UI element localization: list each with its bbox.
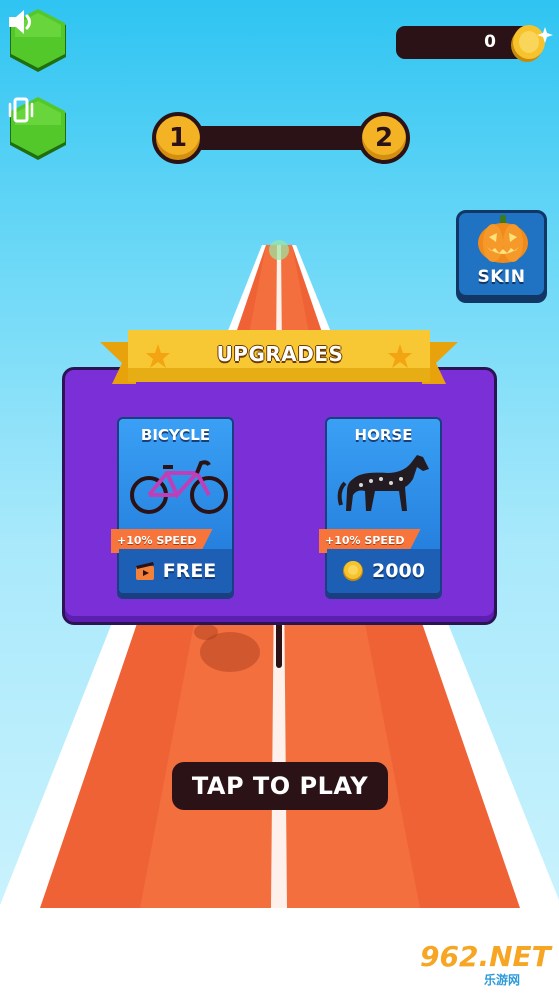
bicycle-icon [130, 460, 228, 514]
pumpkin-icon [478, 215, 528, 263]
upgrades-title: UPGRADES [216, 342, 344, 366]
card-price: 2000 [372, 560, 425, 582]
watermark-sub: 乐游网 [484, 973, 521, 987]
card-footer: 2000 [327, 549, 440, 593]
progress-bar [188, 126, 372, 150]
current-level-badge: 1 [152, 112, 204, 164]
coin-icon [343, 561, 364, 581]
video-ad-icon [135, 562, 154, 580]
upgrade-card-bicycle[interactable]: BICYCLE +10% SPEED FREE [111, 417, 234, 595]
speaker-icon [6, 8, 70, 70]
next-level-number: 2 [374, 123, 394, 153]
coin-count: 0 [484, 32, 496, 52]
vibration-icon [6, 96, 70, 158]
watermark-brand: 962.NET [420, 940, 551, 973]
card-title: BICYCLE [140, 426, 211, 444]
vibration-button[interactable] [6, 96, 70, 162]
watermark: 962.NET 乐游网 [420, 940, 555, 988]
horse-icon [337, 455, 429, 511]
level-progress: 1 2 [150, 112, 412, 166]
skin-label: SKIN [477, 267, 526, 287]
upgrade-card-horse[interactable]: HORSE +10% SPEED 2000 [319, 417, 442, 595]
skin-button[interactable]: SKIN [456, 210, 547, 298]
sound-button[interactable] [6, 8, 70, 74]
next-level-badge: 2 [358, 112, 410, 164]
card-title: HORSE [354, 426, 413, 444]
card-footer: FREE [119, 549, 232, 593]
coin-icon [511, 25, 553, 62]
card-price: FREE [162, 560, 217, 582]
current-level-number: 1 [168, 123, 188, 153]
tap-to-play-button[interactable]: TAP TO PLAY [172, 762, 388, 810]
